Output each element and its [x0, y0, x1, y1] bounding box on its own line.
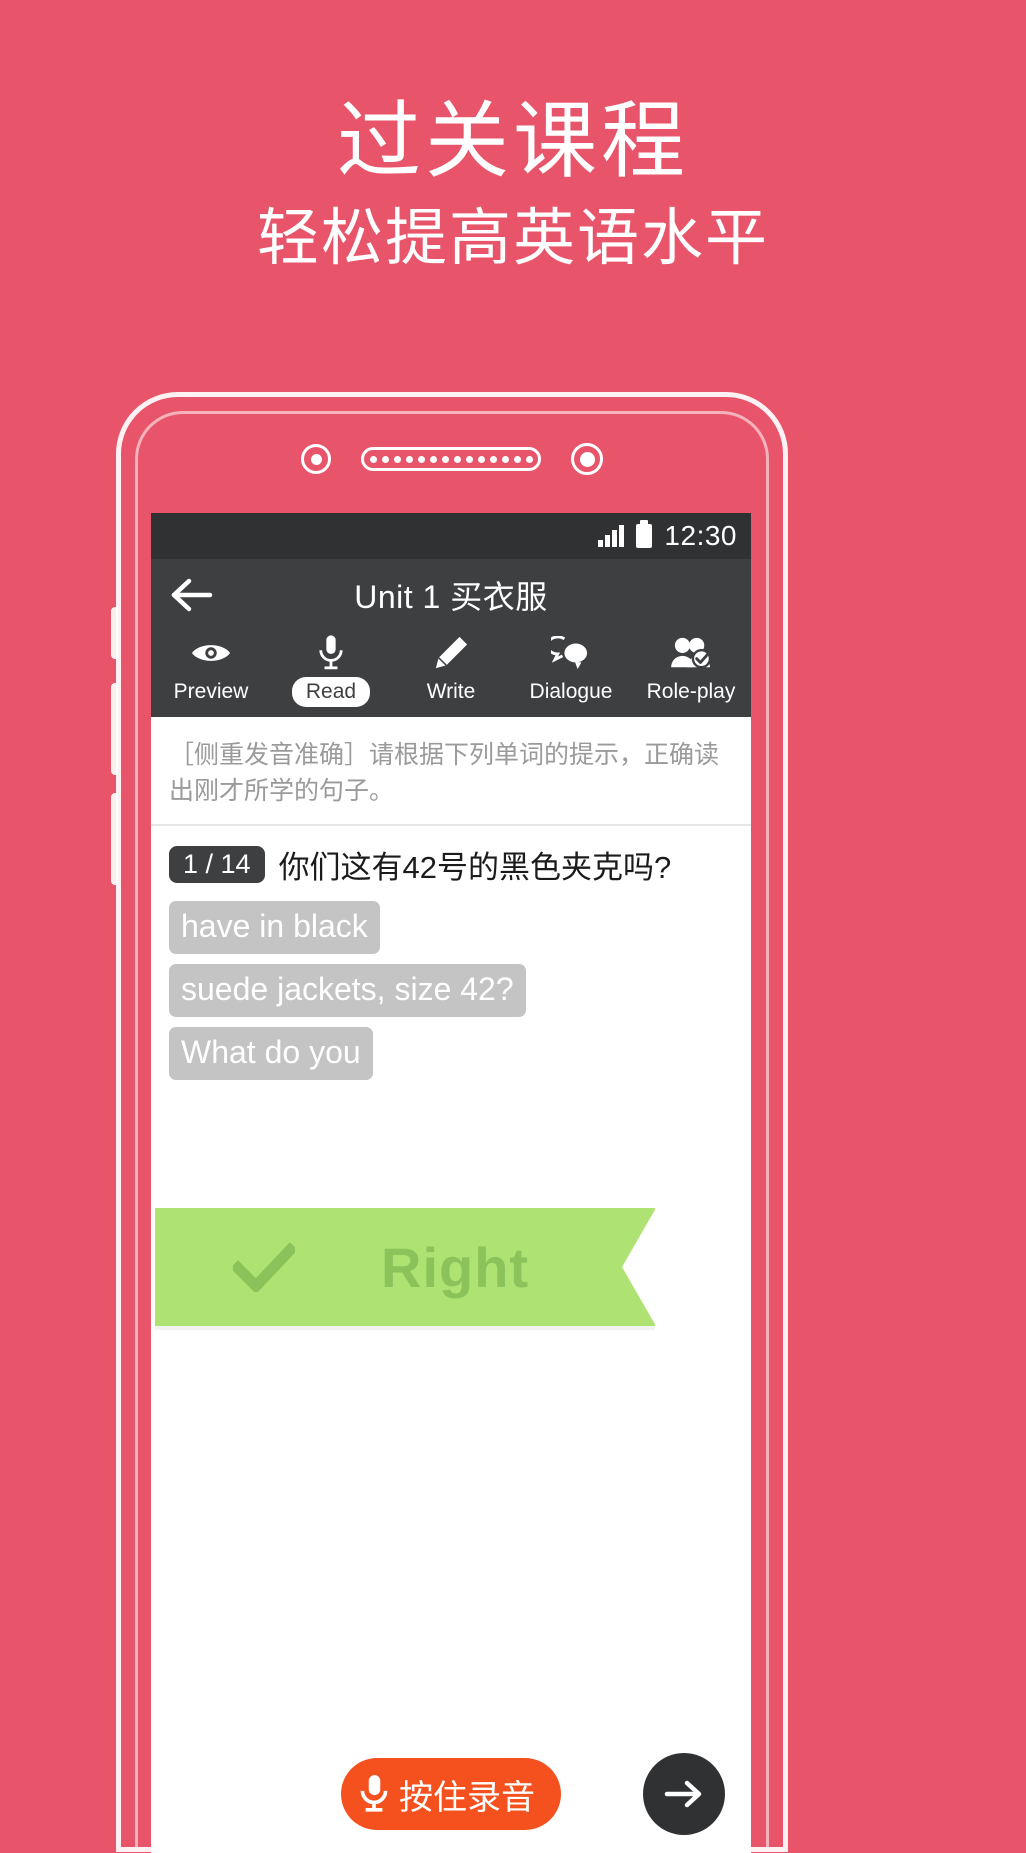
tab-dialogue-label: Dialogue — [529, 680, 613, 703]
tab-bar: Preview Read Write Dialogue Role-play — [151, 631, 751, 717]
tab-read[interactable]: Read — [271, 633, 391, 707]
status-bar: 12:30 — [151, 513, 751, 559]
microphone-icon — [318, 633, 344, 673]
tab-role-play-label: Role-play — [646, 680, 736, 703]
title-bar: Unit 1 买衣服 — [151, 559, 751, 631]
word-chip-list: have in black suede jackets, size 42? Wh… — [151, 895, 751, 1081]
verdict-area: Right — [151, 1080, 751, 1327]
status-bar-clock: 12:30 — [664, 520, 737, 551]
battery-icon — [636, 520, 653, 548]
microphone-icon — [359, 1772, 395, 1816]
tab-read-label: Read — [291, 677, 371, 707]
tab-preview[interactable]: Preview — [151, 633, 271, 707]
promo-banner: 过关课程 轻松提高英语水平 — [0, 96, 1026, 273]
record-button-label: 按住录音 — [399, 1778, 535, 1817]
word-chip[interactable]: What do you — [169, 1026, 373, 1081]
word-chip[interactable]: have in black — [169, 900, 380, 954]
user-check-icon — [670, 633, 712, 673]
promo-subtitle: 轻松提高英语水平 — [256, 203, 769, 273]
speaker-grille-icon — [361, 447, 541, 471]
speech-bubbles-icon — [551, 633, 591, 673]
back-arrow-icon[interactable] — [169, 577, 215, 613]
tab-write-label: Write — [426, 680, 476, 703]
verdict-text: Right — [381, 1235, 530, 1299]
tab-role-play[interactable]: Role-play — [631, 633, 751, 707]
phone-side-button-1 — [111, 607, 118, 659]
question-text: 你们这有42号的黑色夹克吗? — [278, 849, 672, 885]
tab-dialogue[interactable]: Dialogue — [511, 633, 631, 707]
tab-preview-label: Preview — [173, 680, 249, 703]
verdict-ribbon: Right — [155, 1208, 656, 1327]
camera-icon — [301, 444, 331, 474]
phone-side-button-2 — [111, 683, 118, 775]
phone-top-hardware — [121, 437, 783, 481]
phone-screen: 12:30 Unit 1 买衣服 Preview Read Write Dial… — [151, 513, 751, 1853]
bottom-bar: 按住录音 — [151, 1735, 751, 1853]
pencil-icon — [433, 633, 469, 673]
eye-icon — [190, 633, 232, 673]
phone-side-button-3 — [111, 793, 118, 885]
word-chip[interactable]: suede jackets, size 42? — [169, 963, 526, 1017]
record-button[interactable]: 按住录音 — [341, 1758, 561, 1830]
sensor-icon — [571, 443, 603, 475]
phone-mockup: 12:30 Unit 1 买衣服 Preview Read Write Dial… — [111, 392, 788, 1853]
question-row: 1 / 14 你们这有42号的黑色夹克吗? — [151, 826, 751, 895]
next-button[interactable] — [643, 1753, 725, 1835]
signal-bars-icon — [598, 525, 625, 547]
arrow-right-icon — [664, 1780, 702, 1808]
page-title: Unit 1 买衣服 — [354, 579, 548, 615]
checkmark-icon — [230, 1242, 298, 1294]
question-progress-badge: 1 / 14 — [169, 845, 265, 883]
promo-title: 过关课程 — [336, 94, 689, 188]
instructions-text: ［侧重发音准确］请根据下列单词的提示，正确读出刚才所学的句子。 — [151, 717, 751, 826]
tab-write[interactable]: Write — [391, 633, 511, 707]
